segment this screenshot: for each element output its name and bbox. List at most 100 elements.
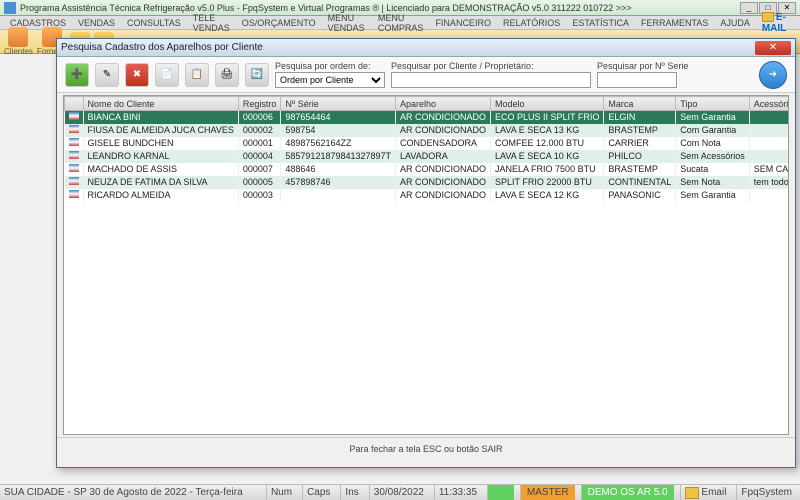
dialog-title: Pesquisa Cadastro dos Aparelhos por Clie… [61,42,755,53]
menu-estatistica[interactable]: ESTATÍSTICA [566,18,635,28]
menu-financeiro[interactable]: FINANCEIRO [429,18,497,28]
clientes-button[interactable] [8,27,28,47]
printer-icon: 🖨 [221,69,234,80]
table-row[interactable]: RICARDO ALMEIDA000003 AR CONDICIONADOLAVA… [65,189,790,202]
results-table-wrap[interactable]: Nome do Cliente Registro Nº Série Aparel… [63,95,789,435]
add-button[interactable]: ➕ [65,63,89,87]
table-cell [749,124,789,137]
edit-button[interactable]: ✎ [95,63,119,87]
menubar: CADASTROS VENDAS CONSULTAS TELE VENDAS O… [0,16,800,30]
menu-os[interactable]: OS/ORÇAMENTO [236,18,322,28]
flag-icon [69,151,79,159]
row-flag-cell [65,150,84,163]
table-row[interactable]: FIUSA DE ALMEIDA JUCA CHAVES000002598754… [65,124,790,137]
status-caps: Caps [302,485,334,500]
table-cell: AR CONDICIONADO [396,111,491,124]
table-cell: AR CONDICIONADO [396,189,491,202]
row-flag-cell [65,176,84,189]
table-cell: Sem Acessórios [676,150,750,163]
dialog-toolbar: ➕ ✎ ✖ 📄 📋 🖨 🔄 Pesquisa por ordem de: Ord… [57,57,795,93]
table-cell [749,189,789,202]
flag-icon [69,164,79,172]
table-row[interactable]: NEUZA DE FATIMA DA SILVA000005457898746A… [65,176,790,189]
menu-email[interactable]: E-MAIL [756,12,796,34]
search-order-select[interactable]: Ordem por Cliente [275,72,385,88]
table-cell: 457898746 [281,176,396,189]
table-cell: 000004 [238,150,281,163]
status-brand[interactable]: FpqSystem [736,485,796,500]
table-cell: Sem Garantia [676,111,750,124]
table-row[interactable]: MACHADO DE ASSIS000007488646AR CONDICION… [65,163,790,176]
dialog-close-button[interactable]: ✕ [755,41,791,55]
table-cell: BRASTEMP [604,163,676,176]
table-cell: LAVA E SECA 12 KG [491,189,604,202]
search-client-input[interactable] [391,72,591,88]
table-row[interactable]: GISELE BUNDCHEN00000148987562164ZZCONDEN… [65,137,790,150]
status-email[interactable]: Email [680,485,731,500]
table-cell: Sem Garantia [676,189,750,202]
menu-consultas[interactable]: CONSULTAS [121,18,187,28]
col-marca[interactable]: Marca [604,97,676,111]
status-num: Num [266,485,296,500]
menu-televendas[interactable]: TELE VENDAS [187,13,236,33]
search-serial-input[interactable] [597,72,677,88]
search-serial-group: Pesquisar por Nº Serie [597,61,688,88]
col-modelo[interactable]: Modelo [491,97,604,111]
flag-icon [69,177,79,185]
search-dialog: Pesquisa Cadastro dos Aparelhos por Clie… [56,38,796,468]
col-registro[interactable]: Registro [238,97,281,111]
table-cell: RICARDO ALMEIDA [83,189,238,202]
table-cell: Sem Nota [676,176,750,189]
table-cell: CONTINENTAL [604,176,676,189]
delete-button[interactable]: ✖ [125,63,149,87]
doc1-button[interactable]: 📄 [155,63,179,87]
table-cell: 58579121879841327897T [281,150,396,163]
table-cell: 000007 [238,163,281,176]
table-row[interactable]: LEANDRO KARNAL00000458579121879841327897… [65,150,790,163]
table-cell: 000003 [238,189,281,202]
table-cell [749,111,789,124]
flag-icon [69,112,79,120]
col-aparelho[interactable]: Aparelho [396,97,491,111]
col-nome[interactable]: Nome do Cliente [83,97,238,111]
menu-ajuda[interactable]: AJUDA [714,18,756,28]
menu-menuvendas[interactable]: MENU VENDAS [322,13,372,33]
menu-menucompras[interactable]: MENU COMPRAS [372,13,430,33]
menu-vendas[interactable]: VENDAS [72,18,121,28]
arrow-right-icon: ➜ [769,69,777,80]
search-serial-label: Pesquisar por Nº Serie [597,61,688,71]
status-master: MASTER [520,485,575,500]
table-cell: Com Nota [676,137,750,150]
table-cell: LAVA E SECA 10 KG [491,150,604,163]
refresh-icon: 🔄 [251,69,263,80]
list-icon: 📋 [191,69,203,80]
menu-relatorios[interactable]: RELATÓRIOS [497,18,566,28]
menu-cadastros[interactable]: CADASTROS [4,18,72,28]
col-flag[interactable] [65,97,84,111]
col-tipo[interactable]: Tipo [676,97,750,111]
table-cell: AR CONDICIONADO [396,176,491,189]
table-row[interactable]: BIANCA BINI000006987654464AR CONDICIONAD… [65,111,790,124]
refresh-button[interactable]: 🔄 [245,63,269,87]
flag-icon [69,138,79,146]
doc2-button[interactable]: 📋 [185,63,209,87]
table-cell: 000006 [238,111,281,124]
table-cell: 987654464 [281,111,396,124]
search-go-button[interactable]: ➜ [759,61,787,89]
row-flag-cell [65,163,84,176]
table-cell: JANELA FRIO 7500 BTU [491,163,604,176]
print-button[interactable]: 🖨 [215,63,239,87]
table-cell: ELGIN [604,111,676,124]
table-cell [281,189,396,202]
search-client-group: Pesquisar por Cliente / Proprietário: [391,61,591,88]
clientes-label: Clientes [4,47,33,56]
pencil-icon: ✎ [103,69,111,80]
col-acess[interactable]: Acessórios [749,97,789,111]
menu-ferramentas[interactable]: FERRAMENTAS [635,18,714,28]
table-cell [749,150,789,163]
table-cell: PHILCO [604,150,676,163]
col-serie[interactable]: Nº Série [281,97,396,111]
table-cell: Sucata [676,163,750,176]
table-cell: BIANCA BINI [83,111,238,124]
flag-icon [69,190,79,198]
